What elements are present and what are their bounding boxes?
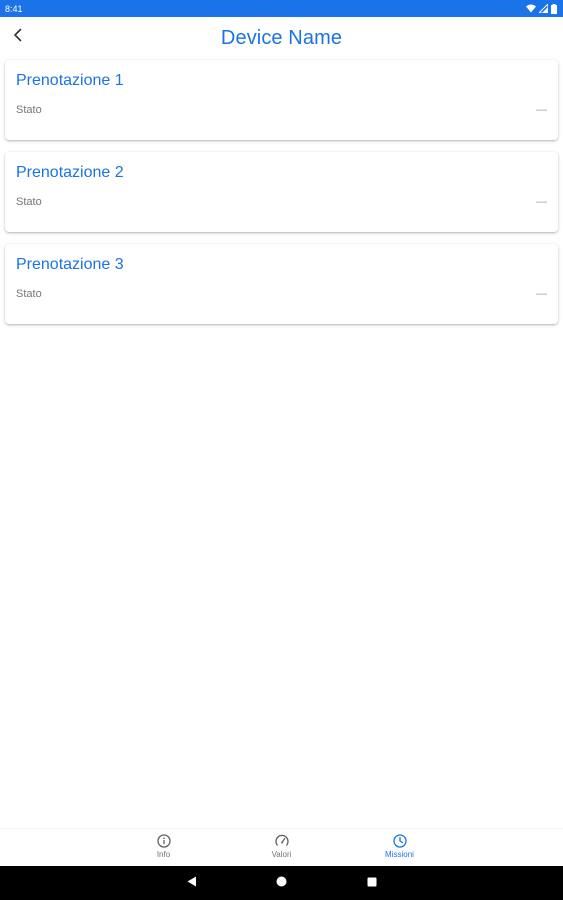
system-recents-button[interactable] [327,866,417,900]
recents-square-icon [367,874,377,892]
booking-status-row: Stato — [16,196,547,208]
app-bar: Device Name [0,17,563,59]
status-icons [526,3,557,14]
booking-card-2[interactable]: Prenotazione 2 Stato — [5,152,558,232]
signal-icon [539,4,548,13]
booking-card-3[interactable]: Prenotazione 3 Stato — [5,244,558,324]
booking-status-row: Stato — [16,288,547,300]
status-label: Stato [16,196,42,208]
info-icon [156,834,171,848]
nav-item-valori[interactable]: Valori [223,829,341,866]
page-title: Device Name [220,26,343,49]
booking-status-row: Stato — [16,104,547,116]
back-triangle-icon [187,874,197,892]
wifi-icon [526,4,536,13]
battery-icon [551,3,557,14]
nav-label-missioni: Missioni [385,850,414,859]
system-navigation-bar [0,866,563,900]
nav-item-missioni[interactable]: Missioni [341,829,459,866]
status-label: Stato [16,104,42,116]
status-label: Stato [16,288,42,300]
chevron-left-icon [11,28,25,47]
booking-title: Prenotazione 1 [16,72,124,89]
nav-label-info: Info [156,850,171,859]
nav-item-info[interactable]: Info [105,829,223,866]
speedometer-icon [274,834,289,848]
status-time: 8:41 [5,3,23,14]
status-value: — [536,104,547,116]
home-circle-icon [276,874,287,892]
nav-label-valori: Valori [271,850,292,859]
booking-list: Prenotazione 1 Stato — Prenotazione 2 St… [5,60,558,336]
bottom-navigation: Info Valori Missioni [0,828,563,866]
clock-icon [392,834,407,848]
back-button[interactable] [6,25,30,49]
system-home-button[interactable] [237,866,327,900]
booking-title: Prenotazione 3 [16,256,124,273]
system-back-button[interactable] [147,866,237,900]
status-bar: 8:41 [0,0,563,17]
status-value: — [536,196,547,208]
booking-card-1[interactable]: Prenotazione 1 Stato — [5,60,558,140]
status-value: — [536,288,547,300]
booking-title: Prenotazione 2 [16,164,124,181]
